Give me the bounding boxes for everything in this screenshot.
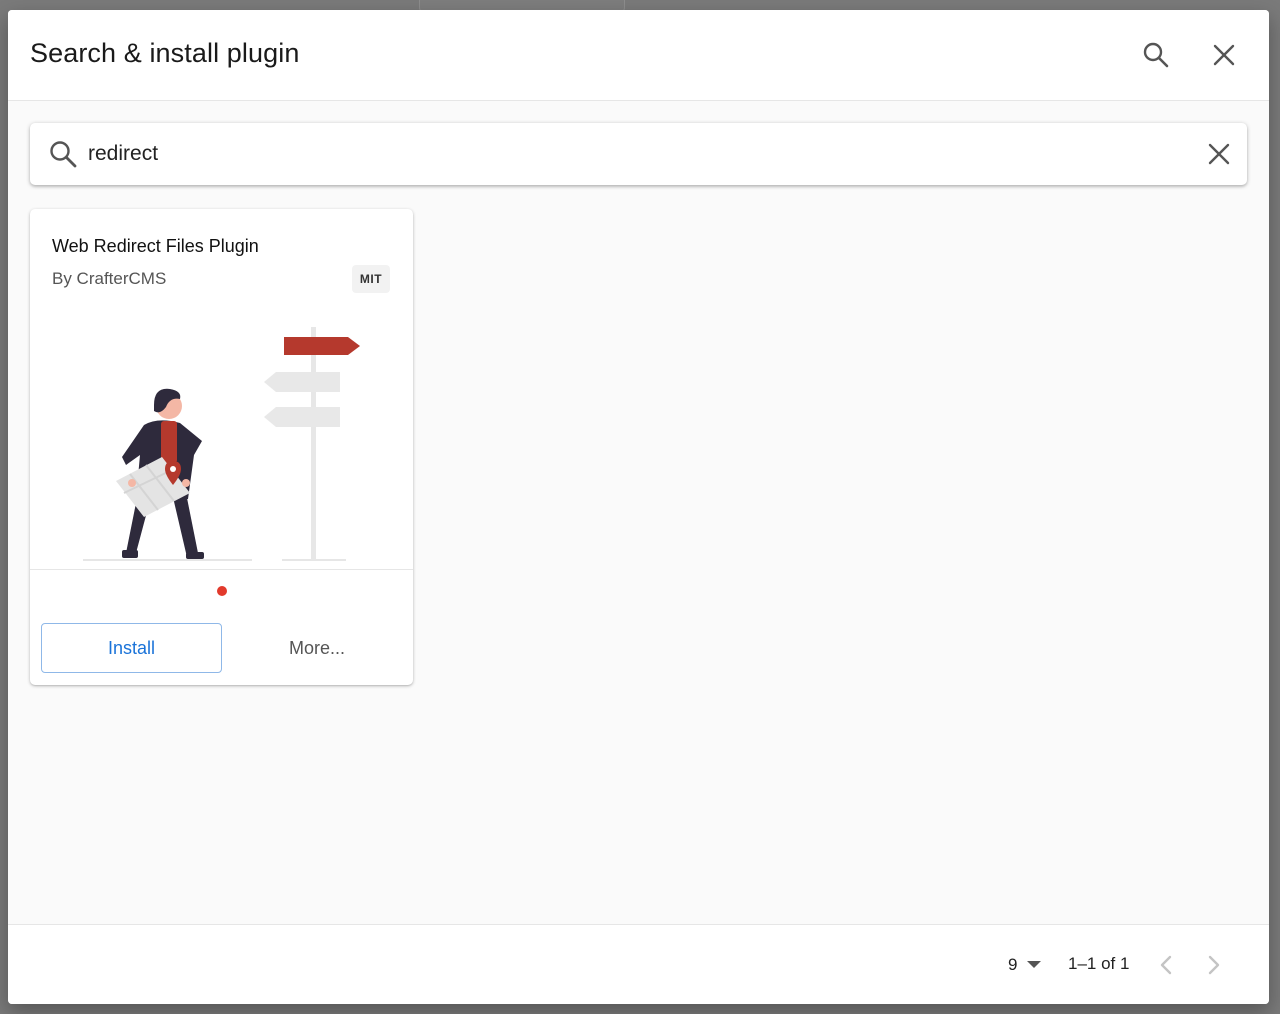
search-icon — [50, 141, 77, 168]
pagination-footer: 9 1–1 of 1 — [8, 924, 1269, 1004]
dialog-title: Search & install plugin — [30, 38, 300, 68]
search-install-plugin-dialog: Search & install plugin Web — [8, 10, 1269, 1004]
caret-down-icon — [1027, 961, 1042, 968]
rows-per-page-select[interactable]: 9 — [1008, 953, 1042, 977]
close-icon — [1213, 44, 1235, 66]
dialog-close-button[interactable] — [1204, 35, 1244, 75]
more-button[interactable]: More... — [236, 623, 398, 673]
license-badge: MIT — [352, 265, 390, 293]
plugin-search-input[interactable] — [88, 137, 1188, 171]
plugin-search-bar — [30, 123, 1247, 185]
plugin-author: By CrafterCMS — [52, 269, 167, 288]
install-button[interactable]: Install — [41, 623, 222, 673]
pagination-range: 1–1 of 1 — [1068, 954, 1130, 973]
plugin-card: Web Redirect Files Plugin By CrafterCMS … — [30, 209, 413, 685]
carousel-dot-indicator[interactable] — [217, 586, 227, 596]
chevron-right-icon — [1208, 955, 1220, 975]
search-icon — [1143, 42, 1169, 68]
dialog-header: Search & install plugin — [8, 10, 1269, 101]
close-icon — [1208, 143, 1230, 165]
previous-page-button[interactable] — [1148, 947, 1184, 983]
clear-search-button[interactable] — [1202, 137, 1236, 171]
next-page-button[interactable] — [1196, 947, 1232, 983]
plugin-name: Web Redirect Files Plugin — [52, 236, 259, 256]
card-divider — [30, 569, 413, 570]
plugin-screenshot-illustration — [83, 327, 360, 561]
header-search-button[interactable] — [1136, 35, 1176, 75]
rows-per-page-value: 9 — [1008, 955, 1018, 974]
chevron-left-icon — [1160, 955, 1172, 975]
